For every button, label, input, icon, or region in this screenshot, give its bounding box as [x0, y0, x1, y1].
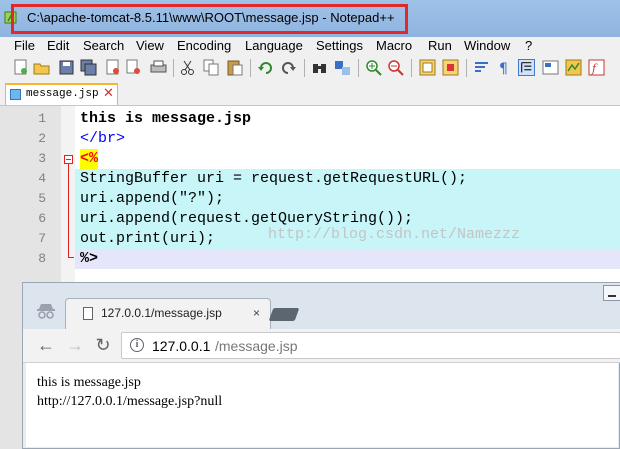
- code-line-1: 1 this is message.jsp: [0, 109, 620, 129]
- address-bar[interactable]: i 127.0.0.1 /message.jsp: [121, 332, 620, 359]
- copy-icon[interactable]: [203, 59, 220, 76]
- file-saved-icon: [10, 89, 21, 100]
- url-host: 127.0.0.1: [152, 338, 211, 354]
- find-icon[interactable]: [311, 59, 328, 76]
- line-number: 2: [38, 131, 46, 146]
- browser-window: 127.0.0.1/message.jsp × ← → ↻ i 127.0.0.…: [22, 282, 620, 449]
- undo-icon[interactable]: [257, 59, 274, 76]
- menubar: File Edit Search View Encoding Language …: [0, 37, 620, 56]
- code-text: </br>: [80, 130, 126, 147]
- code-line-2: 2 </br>: [0, 129, 620, 149]
- save-all-icon[interactable]: [80, 59, 97, 76]
- svg-text:¶: ¶: [499, 61, 508, 76]
- line-number: 4: [38, 171, 46, 186]
- toolbar-separator: [304, 59, 305, 77]
- tab-close-icon[interactable]: ✕: [102, 86, 115, 99]
- close-icon[interactable]: [104, 59, 121, 76]
- page-text-line: http://127.0.0.1/message.jsp?null: [37, 394, 223, 409]
- code-line-4: 4 StringBuffer uri = request.getRequestU…: [0, 169, 620, 189]
- notepad-titlebar: C:\apache-tomcat-8.5.11\www\ROOT\message…: [0, 0, 620, 37]
- code-text: out.print(uri);: [80, 230, 216, 247]
- reload-icon[interactable]: ↻: [93, 335, 113, 355]
- code-text: <%: [80, 149, 99, 169]
- open-file-icon[interactable]: [33, 59, 50, 76]
- close-all-icon[interactable]: [125, 59, 142, 76]
- menu-search[interactable]: Search: [83, 38, 124, 53]
- replace-icon[interactable]: [334, 59, 351, 76]
- code-line-8: 8 %>: [0, 249, 620, 269]
- toolbar-separator: [466, 59, 467, 77]
- tab-label: message.jsp: [26, 88, 99, 100]
- code-line-3: 3 <%: [0, 149, 620, 169]
- toolbar-separator: [250, 59, 251, 77]
- browser-tab[interactable]: 127.0.0.1/message.jsp ×: [65, 298, 271, 329]
- paste-icon[interactable]: [226, 59, 243, 76]
- watermark-text: http://blog.csdn.net/Namezzz: [268, 226, 521, 243]
- tab-message-jsp[interactable]: message.jsp ✕: [5, 83, 118, 105]
- browser-toolbar: ← → ↻ i 127.0.0.1 /message.jsp: [23, 329, 620, 363]
- toolbar: ¶ f: [0, 56, 620, 81]
- menu-macro[interactable]: Macro: [376, 38, 412, 53]
- page-content: this is message.jsp http://127.0.0.1/mes…: [26, 363, 618, 447]
- save-icon[interactable]: [58, 59, 75, 76]
- show-all-chars-icon[interactable]: ¶: [495, 59, 512, 76]
- browser-tab-label: 127.0.0.1/message.jsp: [101, 306, 222, 320]
- menu-run[interactable]: Run: [428, 38, 452, 53]
- zoom-out-icon[interactable]: [387, 59, 404, 76]
- line-number: 7: [38, 231, 46, 246]
- line-number: 6: [38, 211, 46, 226]
- redo-icon[interactable]: [280, 59, 297, 76]
- toolbar-separator: [173, 59, 174, 77]
- menu-encoding[interactable]: Encoding: [177, 38, 231, 53]
- menu-language[interactable]: Language: [245, 38, 303, 53]
- code-text: uri.append("?");: [80, 190, 225, 207]
- menu-view[interactable]: View: [136, 38, 164, 53]
- sync-vertical-icon[interactable]: [419, 59, 436, 76]
- zoom-in-icon[interactable]: [365, 59, 382, 76]
- function-list-icon[interactable]: f: [588, 59, 605, 76]
- url-path: /message.jsp: [215, 338, 298, 354]
- menu-window[interactable]: Window: [464, 38, 510, 53]
- code-line-5: 5 uri.append("?");: [0, 189, 620, 209]
- code-text: %>: [80, 250, 99, 267]
- browser-tab-close-icon[interactable]: ×: [253, 306, 260, 320]
- doc-map-icon[interactable]: [565, 59, 582, 76]
- file-tab-bar: message.jsp ✕: [0, 80, 620, 106]
- code-text: StringBuffer uri = request.getRequestURL…: [80, 170, 468, 187]
- info-icon[interactable]: i: [130, 338, 144, 352]
- back-arrow-icon[interactable]: ←: [36, 335, 56, 355]
- incognito-icon: [37, 304, 55, 319]
- browser-tab-strip: 127.0.0.1/message.jsp ×: [23, 283, 620, 329]
- page-text-line: this is message.jsp: [37, 375, 141, 390]
- indent-guide-icon[interactable]: [518, 59, 535, 76]
- line-number: 3: [38, 151, 46, 166]
- menu-help[interactable]: ?: [525, 38, 532, 53]
- minimize-button[interactable]: [603, 285, 620, 301]
- line-number: 1: [38, 111, 46, 126]
- line-number: 5: [38, 191, 46, 206]
- print-icon[interactable]: [150, 59, 167, 76]
- new-tab-button[interactable]: [268, 308, 300, 321]
- udl-icon[interactable]: [542, 59, 559, 76]
- menu-settings[interactable]: Settings: [316, 38, 363, 53]
- forward-arrow-icon[interactable]: →: [65, 335, 85, 355]
- page-icon: [83, 307, 93, 320]
- new-file-icon[interactable]: [12, 59, 29, 76]
- window-title: C:\apache-tomcat-8.5.11\www\ROOT\message…: [27, 10, 395, 25]
- word-wrap-icon[interactable]: [473, 59, 490, 76]
- line-number: 8: [38, 251, 46, 266]
- menu-file[interactable]: File: [14, 38, 35, 53]
- toolbar-separator: [411, 59, 412, 77]
- sync-horizontal-icon[interactable]: [442, 59, 459, 76]
- menu-edit[interactable]: Edit: [47, 38, 69, 53]
- cut-icon[interactable]: [179, 59, 196, 76]
- toolbar-separator: [358, 59, 359, 77]
- code-text: this is message.jsp: [80, 110, 252, 127]
